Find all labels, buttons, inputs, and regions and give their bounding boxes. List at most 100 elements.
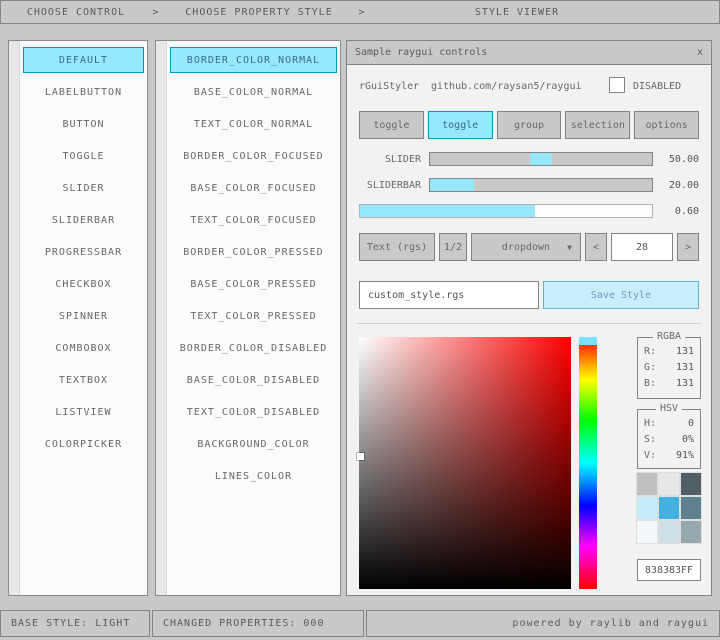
properties-list-items: BORDER_COLOR_NORMAL BASE_COLOR_NORMAL TE… [170, 47, 337, 495]
file-row: custom_style.rgs Save Style [359, 281, 699, 309]
half-button[interactable]: 1/2 [439, 233, 467, 261]
sliderbar-label: SLIDERBAR [359, 180, 421, 191]
toggle-group: toggle toggle group selection options [359, 111, 699, 139]
control-list-item[interactable]: BUTTON [23, 111, 144, 137]
spinner-decrement-button[interactable]: < [585, 233, 607, 261]
property-list-item[interactable]: BASE_COLOR_FOCUSED [170, 175, 337, 201]
properties-listview: BORDER_COLOR_NORMAL BASE_COLOR_NORMAL TE… [155, 40, 341, 596]
color-picker-hue-bar[interactable] [579, 337, 597, 589]
controls-list-scrollbar[interactable] [9, 41, 20, 595]
property-list-item[interactable]: BORDER_COLOR_DISABLED [170, 335, 337, 361]
slider-handle[interactable] [530, 153, 552, 165]
property-list-item[interactable]: BACKGROUND_COLOR [170, 431, 337, 457]
toggle-button[interactable]: options [634, 111, 699, 139]
property-list-item[interactable]: TEXT_COLOR_FOCUSED [170, 207, 337, 233]
status-powered-by: powered by raylib and raygui [366, 610, 720, 637]
color-picker-saturation-value-panel[interactable] [359, 337, 571, 589]
spinner-value-box[interactable]: 28 [611, 233, 673, 261]
step-style-viewer: STYLE VIEWER [367, 7, 667, 18]
save-style-button[interactable]: Save Style [543, 281, 699, 309]
repo-link[interactable]: github.com/raysan5/raygui [431, 81, 582, 92]
properties-list-scrollbar[interactable] [156, 41, 167, 595]
color-swatch [681, 521, 701, 543]
control-list-item[interactable]: LISTVIEW [23, 399, 144, 425]
hue-bar-selector[interactable] [579, 337, 597, 345]
property-list-item[interactable]: BORDER_COLOR_FOCUSED [170, 143, 337, 169]
step-choose-property-style: CHOOSE PROPERTY STYLE [161, 7, 357, 18]
property-list-item[interactable]: LINES_COLOR [170, 463, 337, 489]
color-swatch [637, 473, 657, 495]
property-list-item[interactable]: TEXT_COLOR_DISABLED [170, 399, 337, 425]
rgba-groupbox-title: RGBA [653, 331, 685, 342]
slider-row: SLIDER 50.00 [359, 151, 699, 167]
s-label: S: [644, 434, 656, 450]
property-list-item[interactable]: BASE_COLOR_PRESSED [170, 271, 337, 297]
control-list-item[interactable]: TOGGLE [23, 143, 144, 169]
status-base-style-label: BASE STYLE: LIGHT [11, 618, 130, 629]
controls-list-items: DEFAULT LABELBUTTON BUTTON TOGGLE SLIDER… [23, 47, 144, 463]
chevron-down-icon: ▼ [567, 243, 572, 252]
color-swatch [681, 497, 701, 519]
control-list-item[interactable]: SPINNER [23, 303, 144, 329]
control-list-item[interactable]: DEFAULT [23, 47, 144, 73]
hsv-row-h: H: 0 [644, 418, 694, 434]
g-value: 131 [676, 362, 694, 378]
progressbar-track [359, 204, 653, 218]
v-value: 91% [676, 450, 694, 466]
dropdown-selected-label: dropdown [502, 242, 550, 253]
control-list-item[interactable]: COLORPICKER [23, 431, 144, 457]
toggle-button[interactable]: toggle [359, 111, 424, 139]
control-list-item[interactable]: SLIDER [23, 175, 144, 201]
text-rgs-button[interactable]: Text (rgs) [359, 233, 435, 261]
h-label: H: [644, 418, 656, 434]
status-powered-by-label: powered by raylib and raygui [512, 618, 709, 629]
property-list-item[interactable]: BORDER_COLOR_PRESSED [170, 239, 337, 265]
chevron-right-icon: > [357, 7, 367, 18]
toggle-button[interactable]: group [497, 111, 562, 139]
disabled-checkbox[interactable] [609, 77, 625, 93]
control-list-item[interactable]: LABELBUTTON [23, 79, 144, 105]
control-list-item[interactable]: CHECKBOX [23, 271, 144, 297]
property-list-item[interactable]: TEXT_COLOR_NORMAL [170, 111, 337, 137]
slider-track[interactable] [429, 152, 653, 166]
progressbar-row: 0.60 [359, 203, 699, 219]
chevron-right-icon: > [151, 7, 161, 18]
disabled-checkbox-label: DISABLED [633, 81, 681, 92]
toggle-button[interactable]: selection [565, 111, 630, 139]
window-titlebar[interactable]: Sample raygui controls x [347, 41, 711, 65]
slider-value: 50.00 [659, 154, 699, 165]
color-picker-marker[interactable] [357, 453, 364, 460]
progressbar-value: 0.60 [659, 206, 699, 217]
b-label: B: [644, 378, 656, 394]
rgba-row-r: R: 131 [644, 346, 694, 362]
hex-color-input[interactable]: 838383FF [637, 559, 701, 581]
control-list-item[interactable]: TEXTBOX [23, 367, 144, 393]
dropdown-select[interactable]: dropdown ▼ [471, 233, 581, 261]
control-list-item[interactable]: PROGRESSBAR [23, 239, 144, 265]
color-swatch [659, 521, 679, 543]
control-list-item[interactable]: COMBOBOX [23, 335, 144, 361]
property-list-item[interactable]: BASE_COLOR_NORMAL [170, 79, 337, 105]
property-list-item[interactable]: TEXT_COLOR_PRESSED [170, 303, 337, 329]
sliderbar-row: SLIDERBAR 20.00 [359, 177, 699, 193]
controls-listview: DEFAULT LABELBUTTON BUTTON TOGGLE SLIDER… [8, 40, 148, 596]
rgba-row-b: B: 131 [644, 378, 694, 394]
property-list-item[interactable]: BORDER_COLOR_NORMAL [170, 47, 337, 73]
spinner-increment-button[interactable]: > [677, 233, 699, 261]
property-list-item[interactable]: BASE_COLOR_DISABLED [170, 367, 337, 393]
step-choose-property-style-label: CHOOSE PROPERTY STYLE [185, 7, 332, 18]
toggle-button-active[interactable]: toggle [428, 111, 493, 139]
hsv-row-v: V: 91% [644, 450, 694, 466]
step-style-viewer-label: STYLE VIEWER [475, 7, 559, 18]
status-changed-properties-label: CHANGED PROPERTIES: 000 [163, 618, 324, 629]
progressbar-fill [360, 205, 535, 217]
g-label: G: [644, 362, 656, 378]
sliderbar-track[interactable] [429, 178, 653, 192]
style-filename-input[interactable]: custom_style.rgs [359, 281, 539, 309]
color-swatch [637, 497, 657, 519]
sample-controls-window: Sample raygui controls x rGuiStyler gith… [346, 40, 712, 596]
b-value: 131 [676, 378, 694, 394]
control-list-item[interactable]: SLIDERBAR [23, 207, 144, 233]
rgba-values: R: 131 G: 131 B: 131 [638, 338, 700, 394]
close-icon[interactable]: x [697, 47, 703, 58]
